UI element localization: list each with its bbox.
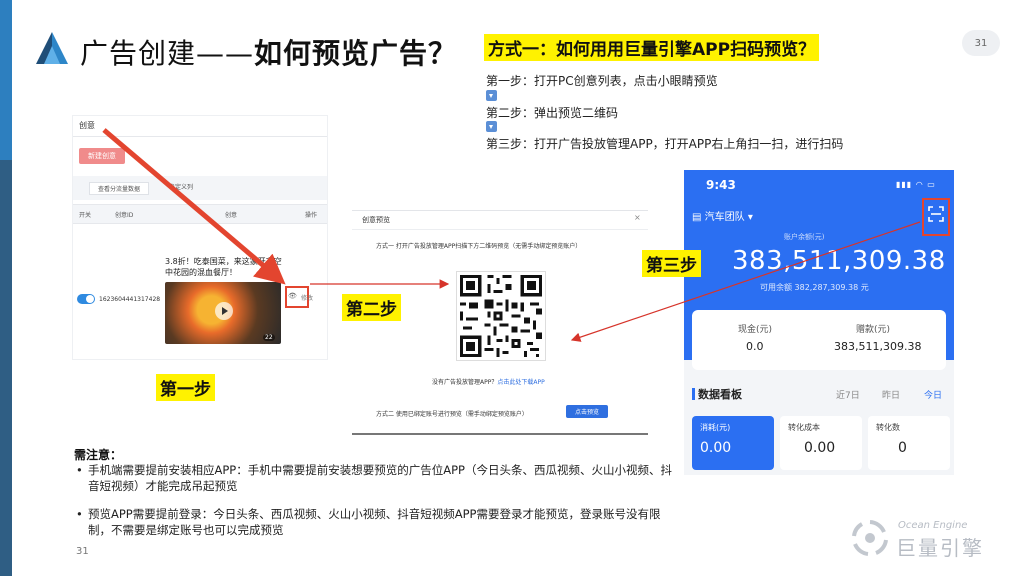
new-creative-button[interactable]: 新建创意 [79, 148, 125, 164]
note-item: • 预览APP需要提前登录：今日头条、西瓜视频、火山小视频、抖音短视频APP需要登… [76, 507, 661, 537]
ocean-engine-logo-icon [852, 520, 888, 556]
balance-label: 账户余额(元) [784, 233, 825, 241]
note-item: • 手机端需要提前安装相应APP：手机中需要提前安装想要预览的广告位APP（今日头… [76, 463, 672, 493]
click-preview-button[interactable]: 点击预览 [566, 405, 608, 418]
available-balance: 可用余额 382,287,309.38 元 [760, 283, 869, 292]
download-app-link[interactable]: 点击此处下载APP [497, 379, 544, 386]
table-header: 开关 创意ID 创意 操作 [73, 204, 327, 224]
column-header: 开关 [79, 212, 92, 219]
brand-english: Ocean Engine [898, 520, 968, 531]
tab-yesterday[interactable]: 昨日 [882, 388, 900, 401]
metric-label: 转化数 [876, 423, 900, 432]
metric-value: 0.00 [804, 440, 836, 456]
status-icons: ▮▮▮ ◠ ▭ [896, 180, 936, 189]
divider [73, 136, 327, 137]
method-two-text: 方式二 使用已绑定账号进行预览（需手动绑定预览账户） [376, 411, 528, 418]
edit-link[interactable]: 修改 [301, 293, 313, 302]
metric-card-spend[interactable]: 消耗(元) 0.00 [692, 416, 774, 470]
qr-code-icon [456, 271, 546, 361]
step-three-label: 第三步 [642, 250, 701, 277]
metric-value: 0.00 [700, 440, 732, 456]
close-icon[interactable]: × [634, 213, 641, 222]
step-two-label: 第二步 [342, 294, 401, 321]
column-header: 操作 [305, 212, 318, 219]
custom-columns-dropdown[interactable]: 自定义列 [169, 182, 193, 191]
team-icon: ▤ [692, 212, 705, 223]
data-board-title: 数据看板 [698, 388, 742, 401]
metric-card-conversions[interactable]: 转化数 0 [868, 416, 950, 470]
tab-creative[interactable]: 创意 [79, 120, 95, 131]
ad-text: 3.8折！吃泰国菜，来这家开在空中花园的混血餐厅！ [165, 257, 282, 277]
method-step-3: 第三步：打开广告投放管理APP，打开APP右上角扫一扫，进行扫码 [486, 137, 844, 151]
eye-icon[interactable]: 👁 [288, 292, 297, 300]
traffic-data-button[interactable]: 查看分流量数据 [89, 182, 149, 195]
left-decor-bar-accent [0, 0, 12, 160]
gift-label: 赠款(元) [856, 325, 891, 335]
account-balance: 383,511,309.38 [732, 246, 946, 276]
down-arrow-icon [486, 90, 497, 101]
metric-label: 转化成本 [788, 423, 820, 432]
creative-id: 1623604441317428 [99, 296, 161, 303]
column-header: 创意 [225, 212, 238, 219]
scan-icon[interactable] [928, 206, 944, 222]
cash-value: 0.0 [746, 340, 764, 353]
column-header: 创意ID [115, 212, 134, 219]
page-title: 广告创建——如何预览广告？ [80, 37, 458, 70]
method-one-text: 方式一 打开广告投放管理APP扫描下方二维码预览（无需手动绑定预览账户） [376, 243, 582, 250]
divider [352, 229, 648, 230]
video-duration: 22 [263, 334, 275, 341]
method-step-1: 第一步：打开PC创意列表，点击小眼睛预览 [486, 74, 718, 88]
tab-7-days[interactable]: 近7日 [836, 388, 860, 401]
page-number: 31 [76, 546, 89, 557]
section-marker [692, 388, 695, 400]
ocean-logo-icon [36, 32, 68, 64]
step-one-label: 第一步 [156, 374, 215, 401]
download-hint: 没有广告投放管理APP？点击此处下载APP [432, 379, 545, 386]
status-toggle[interactable] [77, 294, 95, 304]
tab-today[interactable]: 今日 [924, 388, 942, 401]
status-time: 9:43 [706, 178, 736, 192]
play-icon[interactable] [215, 302, 233, 320]
metric-card-conversion-cost[interactable]: 转化成本 0.00 [780, 416, 862, 470]
dialog-title: 创意预览 [362, 216, 390, 224]
brand-chinese: 巨量引擎 [896, 536, 984, 560]
page-badge: 31 [962, 30, 1000, 56]
down-arrow-icon [486, 121, 497, 132]
notes-title: 需注意： [74, 448, 123, 462]
method-step-2: 第二步：弹出预览二维码 [486, 106, 619, 120]
gift-value: 383,511,309.38 [834, 340, 922, 353]
team-selector[interactable]: ▤ 汽车团队 ▾ [692, 208, 753, 223]
mobile-app-screenshot: 9:43 ▮▮▮ ◠ ▭ ▤ 汽车团队 ▾ 账户余额(元) 383,511,30… [684, 170, 954, 475]
creative-preview-dialog: 创意预览 × 方式一 打开广告投放管理APP扫描下方二维码预览（无需手动绑定预览… [352, 210, 648, 435]
pc-creative-list-screenshot: 创意 新建创意 查看分流量数据 自定义列 开关 创意ID 创意 操作 16236… [72, 115, 328, 360]
metric-value: 0 [898, 440, 907, 456]
method-title: 方式一：如何用用巨量引擎APP扫码预览？ [484, 34, 820, 61]
metric-label: 消耗(元) [700, 423, 731, 432]
cash-label: 现金(元) [738, 325, 773, 335]
